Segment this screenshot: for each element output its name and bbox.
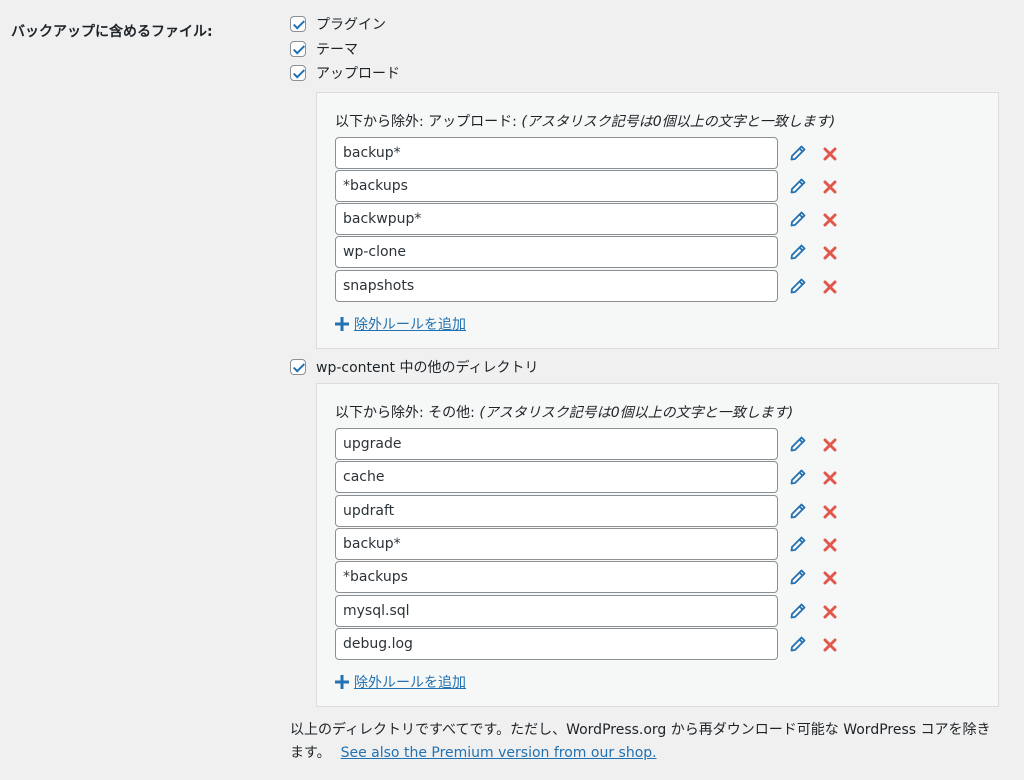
exclude-rule-input[interactable]: backup* — [335, 528, 778, 561]
exclude-rule-input[interactable]: *backups — [335, 169, 778, 202]
pencil-icon[interactable] — [790, 211, 806, 227]
exclude-rule-input[interactable]: mysql.sql — [335, 594, 778, 627]
exclude-rule-input[interactable]: snapshots — [335, 269, 778, 302]
exclude-rule-row: debug.log — [335, 627, 998, 660]
uploads-exclude-panel: 以下から除外: アップロード: (アスタリスク記号は0個以上の文字と一致します)… — [316, 91, 999, 349]
exclude-rule-row: cache — [335, 461, 998, 494]
pencil-icon[interactable] — [790, 436, 806, 452]
close-icon[interactable] — [823, 570, 837, 585]
exclude-rule-row: mysql.sql — [335, 594, 998, 627]
close-icon[interactable] — [823, 212, 837, 227]
others-add-rule-link[interactable]: 除外ルールを追加 — [335, 672, 998, 692]
close-icon[interactable] — [823, 470, 837, 485]
exclude-rule-input[interactable]: backwpup* — [335, 203, 778, 236]
exclude-rule-input[interactable]: debug.log — [335, 627, 778, 660]
close-icon[interactable] — [823, 179, 837, 194]
uploads-add-rule-label: 除外ルールを追加 — [354, 316, 466, 333]
footnote: 以上のディレクトリですべてです。ただし、WordPress.org から再ダウン… — [290, 719, 1002, 765]
exclude-rule-input[interactable]: updraft — [335, 494, 778, 527]
exclude-rule-input[interactable]: backup* — [335, 136, 778, 169]
uploads-exclude-heading: 以下から除外: アップロード: (アスタリスク記号は0個以上の文字と一致します) — [335, 111, 998, 131]
pencil-icon[interactable] — [790, 469, 806, 485]
exclude-rule-row: snapshots — [335, 269, 998, 302]
exclude-rule-input[interactable]: cache — [335, 461, 778, 494]
others-checkbox[interactable] — [290, 358, 306, 375]
themes-checkbox[interactable] — [290, 40, 306, 57]
file-options: プラグイン テーマ アップロード 以下から除外: アップロード: (アスタリスク… — [290, 12, 1002, 765]
close-icon[interactable] — [823, 504, 837, 519]
pencil-icon[interactable] — [790, 503, 806, 519]
uploads-exclude-hint: (アスタリスク記号は0個以上の文字と一致します) — [521, 113, 836, 130]
others-label: wp-content 中の他のディレクトリ — [316, 359, 539, 376]
plus-icon — [335, 674, 349, 689]
others-option[interactable]: wp-content 中の他のディレクトリ — [290, 355, 1002, 380]
plugins-label: プラグイン — [316, 17, 386, 34]
pencil-icon[interactable] — [790, 278, 806, 294]
files-section-label: バックアップに含めるファイル: — [11, 24, 213, 40]
exclude-rule-row: *backups — [335, 169, 998, 202]
pencil-icon[interactable] — [790, 145, 806, 161]
uploads-checkbox[interactable] — [290, 65, 306, 82]
plugins-checkbox[interactable] — [290, 16, 306, 33]
others-exclude-panel: 以下から除外: その他: (アスタリスク記号は0個以上の文字と一致します) up… — [316, 383, 999, 707]
themes-option[interactable]: テーマ — [290, 37, 1002, 62]
plus-icon — [335, 316, 349, 331]
others-exclude-heading: 以下から除外: その他: (アスタリスク記号は0個以上の文字と一致します) — [335, 402, 998, 422]
close-icon[interactable] — [823, 245, 837, 260]
pencil-icon[interactable] — [790, 536, 806, 552]
uploads-label: アップロード — [316, 66, 400, 83]
pencil-icon[interactable] — [790, 603, 806, 619]
premium-shop-link[interactable]: See also the Premium version from our sh… — [341, 745, 657, 761]
exclude-rule-row: upgrade — [335, 428, 998, 461]
exclude-rule-row: *backups — [335, 561, 998, 594]
close-icon[interactable] — [823, 604, 837, 619]
close-icon[interactable] — [823, 637, 837, 652]
close-icon[interactable] — [823, 437, 837, 452]
exclude-rule-row: backup* — [335, 136, 998, 169]
close-icon[interactable] — [823, 146, 837, 160]
pencil-icon[interactable] — [790, 569, 806, 585]
uploads-option[interactable]: アップロード — [290, 61, 1002, 86]
pencil-icon[interactable] — [790, 636, 806, 652]
pencil-icon[interactable] — [790, 244, 806, 260]
exclude-rule-row: updraft — [335, 494, 998, 527]
others-exclude-hint: (アスタリスク記号は0個以上の文字と一致します) — [479, 405, 794, 422]
others-rule-list: upgrade cache updraft backup* *backups mysql.… — [335, 428, 998, 660]
exclude-rule-row: backwpup* — [335, 203, 998, 236]
close-icon[interactable] — [823, 279, 837, 294]
uploads-add-rule-link[interactable]: 除外ルールを追加 — [335, 314, 998, 334]
uploads-rule-list: backup* *backups backwpup* wp-clone snapshot… — [335, 136, 998, 302]
pencil-icon[interactable] — [790, 178, 806, 194]
others-add-rule-label: 除外ルールを追加 — [354, 674, 466, 691]
uploads-exclude-title: 以下から除外: アップロード: — [335, 113, 517, 130]
exclude-rule-row: wp-clone — [335, 236, 998, 269]
others-exclude-title: 以下から除外: その他: — [335, 405, 475, 422]
close-icon[interactable] — [823, 537, 837, 552]
themes-label: テーマ — [316, 41, 358, 58]
plugins-option[interactable]: プラグイン — [290, 12, 1002, 37]
exclude-rule-input[interactable]: *backups — [335, 561, 778, 594]
exclude-rule-input[interactable]: wp-clone — [335, 236, 778, 269]
exclude-rule-row: backup* — [335, 528, 998, 561]
exclude-rule-input[interactable]: upgrade — [335, 428, 778, 461]
